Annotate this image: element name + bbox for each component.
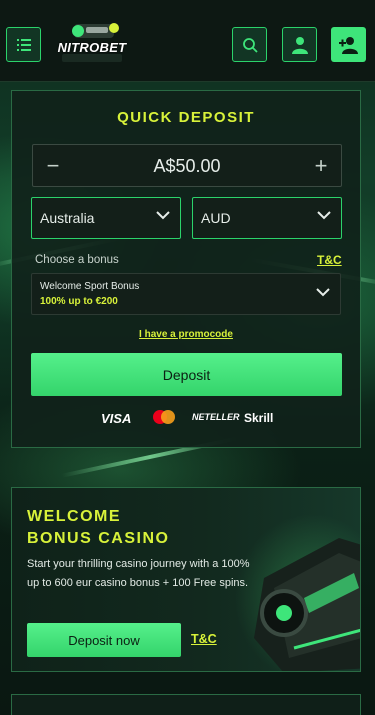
top-header: NITROBET bbox=[0, 0, 375, 82]
country-select[interactable]: Australia bbox=[31, 197, 181, 239]
promocode-link[interactable]: I have a promocode bbox=[12, 329, 360, 340]
menu-button[interactable] bbox=[6, 27, 41, 62]
user-icon bbox=[291, 36, 308, 54]
brand-logo[interactable]: NITROBET bbox=[56, 20, 128, 68]
amount-input[interactable]: A$50.00 bbox=[33, 156, 341, 177]
bonus-label: Choose a bonus bbox=[35, 254, 119, 266]
search-button[interactable] bbox=[232, 27, 267, 62]
bonus-amount: 100% up to €200 bbox=[40, 296, 118, 307]
menu-icon bbox=[16, 38, 31, 51]
logo-text: NITROBET bbox=[57, 40, 127, 55]
next-promo-card bbox=[11, 694, 361, 715]
mastercard-icon bbox=[153, 410, 175, 424]
welcome-bonus-card: WELCOME BONUS CASINO Start your thrillin… bbox=[11, 487, 361, 672]
increase-amount-button[interactable]: + bbox=[301, 145, 341, 186]
deposit-now-button[interactable]: Deposit now bbox=[27, 623, 181, 657]
welcome-title-line2: BONUS CASINO bbox=[27, 530, 170, 547]
welcome-title: WELCOME BONUS CASINO bbox=[27, 506, 169, 550]
welcome-description: Start your thrilling casino journey with… bbox=[27, 558, 250, 589]
chevron-down-icon bbox=[156, 211, 170, 220]
welcome-title-line1: WELCOME bbox=[27, 508, 122, 525]
race-car-image bbox=[254, 538, 360, 671]
payment-methods: VISA NETELLER Skrill bbox=[12, 407, 360, 429]
deposit-button[interactable]: Deposit bbox=[31, 353, 342, 396]
search-icon bbox=[242, 37, 258, 53]
neteller-logo: NETELLER bbox=[192, 412, 240, 422]
quick-deposit-panel: QUICK DEPOSIT − A$50.00 + Australia AUD … bbox=[11, 90, 361, 448]
welcome-tc-link[interactable]: T&C bbox=[191, 632, 217, 646]
mastercard-logo bbox=[152, 409, 176, 427]
register-button[interactable] bbox=[331, 27, 366, 62]
bonus-name: Welcome Sport Bonus bbox=[40, 281, 140, 292]
login-button[interactable] bbox=[282, 27, 317, 62]
currency-value: AUD bbox=[201, 210, 231, 226]
amount-stepper: − A$50.00 + bbox=[32, 144, 342, 187]
user-plus-icon bbox=[338, 36, 358, 54]
bonus-select[interactable]: Welcome Sport Bonus 100% up to €200 bbox=[31, 273, 341, 315]
bonus-tc-link[interactable]: T&C bbox=[317, 253, 342, 267]
quick-deposit-title: QUICK DEPOSIT bbox=[117, 109, 255, 126]
country-value: Australia bbox=[40, 210, 95, 226]
currency-select[interactable]: AUD bbox=[192, 197, 342, 239]
chevron-down-icon bbox=[316, 288, 330, 297]
chevron-down-icon bbox=[317, 211, 331, 220]
visa-logo: VISA bbox=[101, 411, 132, 426]
skrill-logo: Skrill bbox=[244, 411, 274, 425]
